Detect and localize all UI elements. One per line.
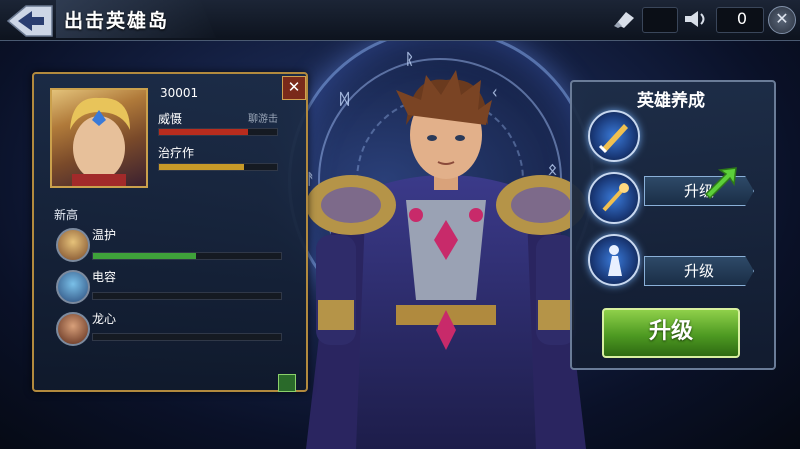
teammate-bar xyxy=(92,252,282,260)
close-icon[interactable]: ✕ xyxy=(768,6,796,34)
stat-bar xyxy=(158,128,278,136)
section-title: 新高 xyxy=(54,208,79,222)
speaker-icon[interactable] xyxy=(682,8,708,30)
resource-counter: 0 xyxy=(736,9,748,28)
staff-skill-glyph xyxy=(602,183,629,212)
teammate-avatar[interactable] xyxy=(56,228,90,262)
teammate-avatar[interactable] xyxy=(56,270,90,304)
hero-score: 30001 xyxy=(160,86,199,100)
stat-bar-fill xyxy=(159,129,248,135)
stat-bar-fill xyxy=(159,164,244,170)
hero-character-illustration xyxy=(306,70,586,449)
teammate-label: 龙心 xyxy=(92,312,117,326)
teammate-label: 电容 xyxy=(92,270,117,284)
page-title: 出击英雄岛 xyxy=(64,10,170,32)
rune-glyph: ᚱ xyxy=(405,50,415,68)
teammate-label: 温护 xyxy=(92,228,117,242)
stat-tag: 聊游击 xyxy=(248,114,278,125)
sword-skill-icon[interactable] xyxy=(588,110,640,162)
panel-close-button[interactable]: ✕ xyxy=(282,76,306,100)
figure-skill-icon[interactable] xyxy=(588,234,640,286)
teammate-bar xyxy=(92,333,282,341)
teammate-bar-fill xyxy=(93,253,197,259)
teammate-bar xyxy=(92,292,282,300)
trash-icon[interactable] xyxy=(278,374,296,392)
teammate-avatar[interactable] xyxy=(56,312,90,346)
horn-icon[interactable] xyxy=(612,8,638,30)
portrait-avatar xyxy=(70,97,130,186)
staff-skill-icon[interactable] xyxy=(588,172,640,224)
upgrade-skill-button[interactable]: 升级 xyxy=(644,256,754,286)
green-arrow-icon xyxy=(704,167,737,200)
back-icon[interactable] xyxy=(4,2,54,40)
stat-label: 治疗作 xyxy=(158,146,195,160)
stat-bar xyxy=(158,163,278,171)
figure-skill-glyph xyxy=(608,245,622,276)
cultivation-title: 英雄养成 xyxy=(637,91,705,111)
resource-slot xyxy=(642,7,678,33)
sword-skill-glyph xyxy=(598,124,628,154)
stat-label: 威慑 xyxy=(158,112,183,126)
hero-portrait[interactable] xyxy=(50,88,148,188)
upgrade-button[interactable]: 升级 xyxy=(602,308,740,358)
